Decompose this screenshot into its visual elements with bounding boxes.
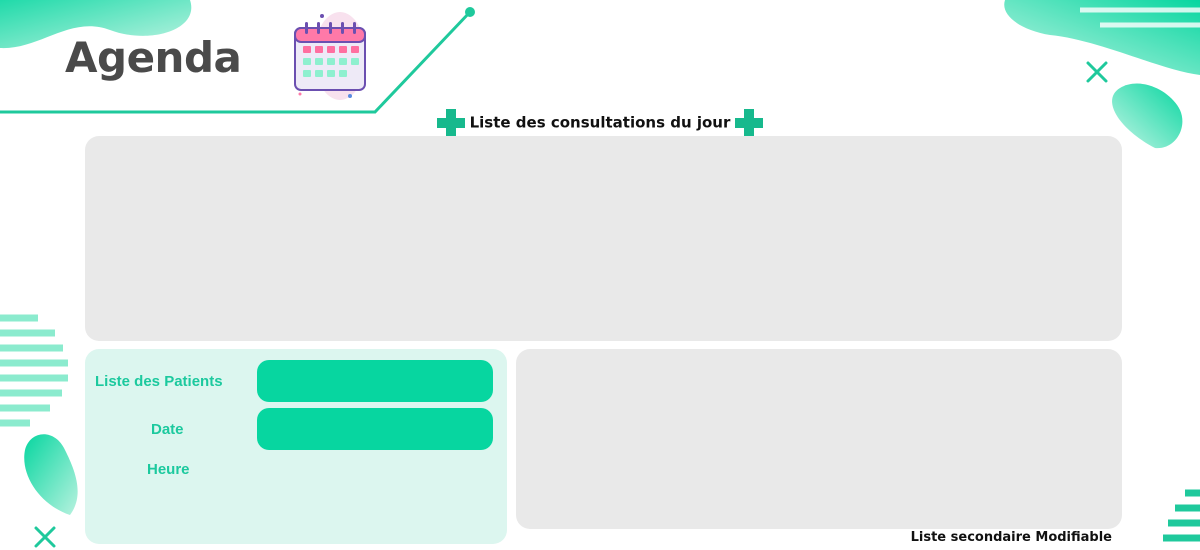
calendar-icon (294, 12, 366, 100)
consultations-list-panel[interactable] (85, 136, 1122, 341)
time-label: Heure (147, 461, 190, 478)
patients-select[interactable] (257, 360, 493, 402)
date-label: Date (151, 421, 184, 438)
stripes-left (0, 314, 68, 427)
secondary-list-label: Liste secondaire Modifiable (910, 530, 1112, 545)
patients-label: Liste des Patients (95, 373, 223, 390)
medical-cross-icon (735, 109, 764, 137)
consultation-form-panel: Liste des Patients Date Heure (85, 349, 507, 544)
date-field[interactable] (257, 408, 493, 450)
teardrop-left (24, 434, 78, 515)
medical-cross-icon (436, 109, 465, 137)
secondary-list-panel[interactable] (516, 349, 1122, 529)
section-title-text: Liste des consultations du jour (469, 113, 731, 132)
section-title: Liste des consultations du jour (0, 108, 1200, 138)
page-title: Agenda (65, 33, 242, 82)
